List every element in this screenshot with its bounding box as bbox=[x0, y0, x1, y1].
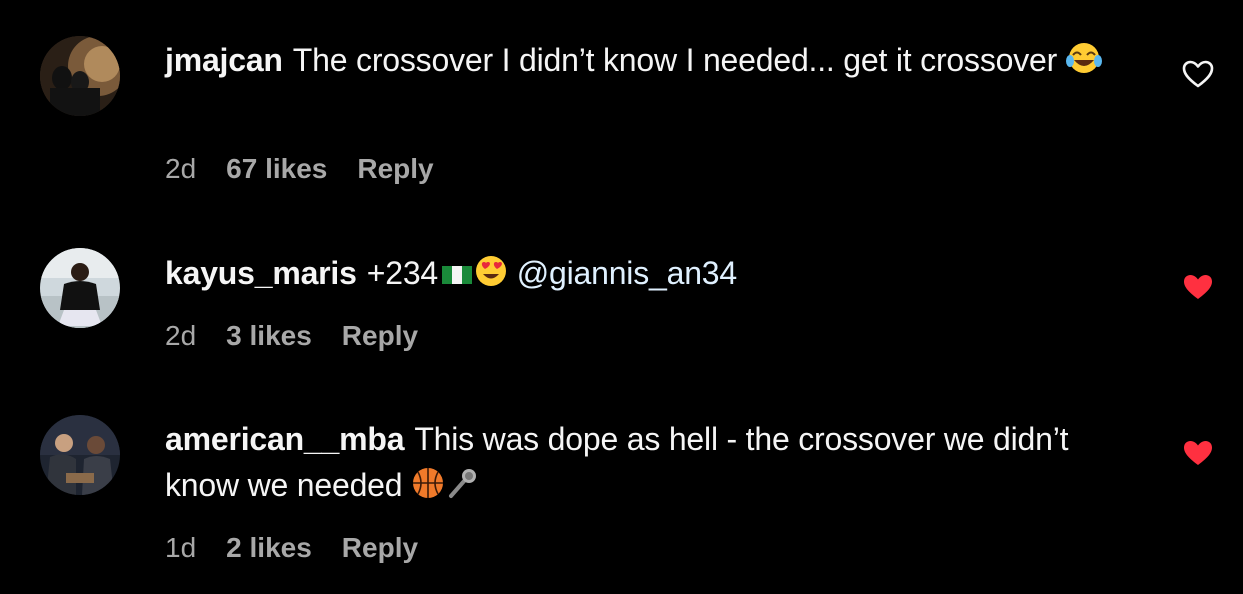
nigeria-flag-icon bbox=[442, 252, 473, 298]
avatar-image bbox=[40, 36, 120, 116]
comment-username[interactable]: american__mba bbox=[165, 421, 405, 457]
avatar-image bbox=[40, 415, 120, 495]
avatar[interactable] bbox=[40, 415, 120, 495]
reply-button[interactable]: Reply bbox=[342, 320, 418, 351]
comment-mention[interactable]: @giannis_an34 bbox=[517, 255, 737, 291]
comment-body: kayus_maris +234 @giannis_an34 bbox=[165, 250, 1125, 300]
comment-meta: 1d 2 likes Reply bbox=[165, 531, 418, 565]
comment-body: jmajcan The crossover I didn’t know I nee… bbox=[165, 37, 1125, 87]
comment-likes[interactable]: 2 likes bbox=[226, 532, 312, 563]
comment-time: 2d bbox=[165, 153, 197, 184]
microphone-emoji-icon bbox=[445, 466, 479, 512]
heart-outline-icon[interactable] bbox=[1181, 59, 1215, 89]
avatar[interactable] bbox=[40, 36, 120, 116]
comment-meta: 2d 3 likes Reply bbox=[165, 319, 418, 353]
comment-body: american__mba This was dope as hell - the… bbox=[165, 416, 1125, 512]
reply-button[interactable]: Reply bbox=[342, 532, 418, 563]
comment-meta: 2d 67 likes Reply bbox=[165, 152, 434, 186]
avatar-image bbox=[40, 248, 120, 328]
basketball-emoji-icon bbox=[411, 466, 445, 512]
heart-filled-icon[interactable] bbox=[1181, 272, 1215, 302]
comment-text: +234 bbox=[366, 255, 439, 291]
avatar[interactable] bbox=[40, 248, 120, 328]
heart-eyes-emoji-icon bbox=[474, 254, 508, 300]
comment-time: 2d bbox=[165, 320, 197, 351]
heart-filled-icon[interactable] bbox=[1181, 438, 1215, 468]
comment-username[interactable]: jmajcan bbox=[165, 42, 283, 78]
comment-time: 1d bbox=[165, 532, 197, 563]
laughing-emoji-icon bbox=[1065, 41, 1102, 87]
comment-likes[interactable]: 67 likes bbox=[226, 153, 327, 184]
reply-button[interactable]: Reply bbox=[357, 153, 433, 184]
comment-text: The crossover I didn’t know I needed... … bbox=[292, 42, 1058, 78]
comment-username[interactable]: kayus_maris bbox=[165, 255, 357, 291]
comment-likes[interactable]: 3 likes bbox=[226, 320, 312, 351]
